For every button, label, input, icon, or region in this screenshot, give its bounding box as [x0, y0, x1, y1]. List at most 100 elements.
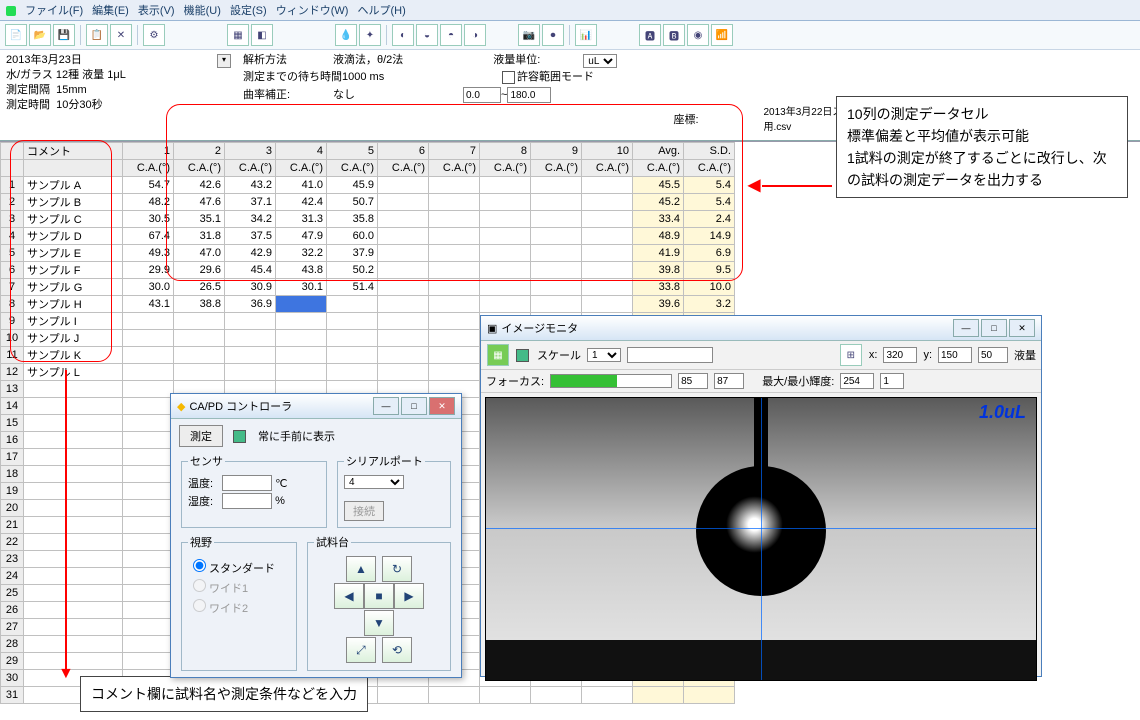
data-cell[interactable]: [276, 313, 327, 330]
data-cell[interactable]: 30.0: [123, 279, 174, 296]
tolerance-checkbox[interactable]: [502, 71, 515, 84]
row-19[interactable]: 19: [1, 483, 24, 500]
chart-icon[interactable]: 📊: [575, 24, 597, 46]
data-cell[interactable]: [531, 296, 582, 313]
data-cell[interactable]: [276, 347, 327, 364]
row-14[interactable]: 14: [1, 398, 24, 415]
data-cell[interactable]: [582, 279, 633, 296]
data-cell[interactable]: [174, 347, 225, 364]
data-cell[interactable]: [480, 296, 531, 313]
data-cell[interactable]: [429, 330, 480, 347]
data-cell[interactable]: [225, 330, 276, 347]
data-cell[interactable]: [327, 296, 378, 313]
comment-cell[interactable]: サンプル L: [24, 364, 123, 381]
focus-v2[interactable]: [714, 373, 744, 389]
copy-icon[interactable]: 📋: [86, 24, 108, 46]
row-17[interactable]: 17: [1, 449, 24, 466]
new-icon[interactable]: 📄: [5, 24, 27, 46]
row-23[interactable]: 23: [1, 551, 24, 568]
menu-edit[interactable]: 編集(E): [92, 5, 129, 17]
row-16[interactable]: 16: [1, 432, 24, 449]
front-checkbox[interactable]: [233, 430, 246, 443]
row-13[interactable]: 13: [1, 381, 24, 398]
nav-down-icon[interactable]: ▼: [364, 610, 394, 636]
hum-input[interactable]: [222, 493, 272, 509]
data-cell[interactable]: [480, 279, 531, 296]
tool-a-icon[interactable]: ▦: [227, 24, 249, 46]
fov-std-radio[interactable]: [193, 559, 206, 572]
port-select[interactable]: 4: [344, 475, 404, 489]
data-cell[interactable]: [429, 364, 480, 381]
wand-icon[interactable]: ✦: [359, 24, 381, 46]
date-dropdown-icon[interactable]: ▾: [217, 54, 231, 68]
y2-input[interactable]: [978, 347, 1008, 363]
geom2-icon[interactable]: ◒: [416, 24, 438, 46]
data-cell[interactable]: [378, 364, 429, 381]
monitor-btn2-icon[interactable]: ⊞: [840, 344, 862, 366]
menu-settings[interactable]: 設定(S): [230, 5, 267, 17]
data-cell[interactable]: [123, 364, 174, 381]
data-cell[interactable]: [327, 330, 378, 347]
data-cell[interactable]: 26.5: [174, 279, 225, 296]
delete-icon[interactable]: ✕: [110, 24, 132, 46]
scale-input[interactable]: [627, 347, 713, 363]
menu-func[interactable]: 機能(U): [184, 5, 221, 17]
data-cell[interactable]: [276, 330, 327, 347]
geom3-icon[interactable]: ◓: [440, 24, 462, 46]
ext3-icon[interactable]: ◉: [687, 24, 709, 46]
row-20[interactable]: 20: [1, 500, 24, 517]
save-icon[interactable]: 💾: [53, 24, 75, 46]
data-cell[interactable]: [429, 347, 480, 364]
nav-right-icon[interactable]: ▶: [394, 583, 424, 609]
scale-select[interactable]: 1: [587, 348, 621, 362]
row-15[interactable]: 15: [1, 415, 24, 432]
row-24[interactable]: 24: [1, 568, 24, 585]
data-cell[interactable]: [174, 330, 225, 347]
data-cell[interactable]: [123, 330, 174, 347]
data-cell[interactable]: 36.9: [225, 296, 276, 313]
menu-file[interactable]: ファイル(F): [25, 5, 83, 17]
image-monitor-window[interactable]: ▣ イメージモニタ — □ ✕ ▦ スケール 1 ⊞ x: y: 液量 フォーカ…: [480, 315, 1042, 677]
data-cell[interactable]: [225, 313, 276, 330]
y-input[interactable]: [938, 347, 972, 363]
bright-v2[interactable]: [880, 373, 904, 389]
data-cell[interactable]: 30.1: [276, 279, 327, 296]
tool-b-icon[interactable]: ◧: [251, 24, 273, 46]
avg-cell[interactable]: 33.8: [633, 279, 684, 296]
close-icon[interactable]: ✕: [429, 397, 455, 415]
monitor-min-icon[interactable]: —: [953, 319, 979, 337]
menu-help[interactable]: ヘルプ(H): [358, 5, 406, 17]
row-26[interactable]: 26: [1, 602, 24, 619]
nav-home-icon[interactable]: ⤢: [346, 637, 376, 663]
temp-input[interactable]: [222, 475, 272, 491]
data-cell[interactable]: [531, 279, 582, 296]
unit-select[interactable]: uL: [583, 54, 617, 68]
range-lo[interactable]: [463, 87, 501, 103]
ext1-icon[interactable]: 🅰: [639, 24, 661, 46]
data-cell[interactable]: [327, 364, 378, 381]
nav-up-icon[interactable]: ▲: [346, 556, 376, 582]
settings-icon[interactable]: ⚙: [143, 24, 165, 46]
sd-cell[interactable]: 10.0: [684, 279, 735, 296]
data-cell[interactable]: [378, 313, 429, 330]
data-cell[interactable]: [123, 347, 174, 364]
data-cell[interactable]: 51.4: [327, 279, 378, 296]
nav-loop-icon[interactable]: ↻: [382, 556, 412, 582]
data-cell[interactable]: [327, 347, 378, 364]
row-21[interactable]: 21: [1, 517, 24, 534]
data-cell[interactable]: [174, 313, 225, 330]
sd-cell[interactable]: 3.2: [684, 296, 735, 313]
bright-v1[interactable]: [840, 373, 874, 389]
data-cell[interactable]: 38.8: [174, 296, 225, 313]
nav-left-icon[interactable]: ◀: [334, 583, 364, 609]
range-hi[interactable]: [507, 87, 551, 103]
data-cell[interactable]: [378, 347, 429, 364]
row-30[interactable]: 30: [1, 670, 24, 687]
data-cell[interactable]: [429, 313, 480, 330]
row-18[interactable]: 18: [1, 466, 24, 483]
menu-view[interactable]: 表示(V): [138, 5, 175, 17]
minimize-icon[interactable]: —: [373, 397, 399, 415]
data-cell[interactable]: [123, 313, 174, 330]
data-cell[interactable]: [582, 296, 633, 313]
camera-icon[interactable]: 📷: [518, 24, 540, 46]
